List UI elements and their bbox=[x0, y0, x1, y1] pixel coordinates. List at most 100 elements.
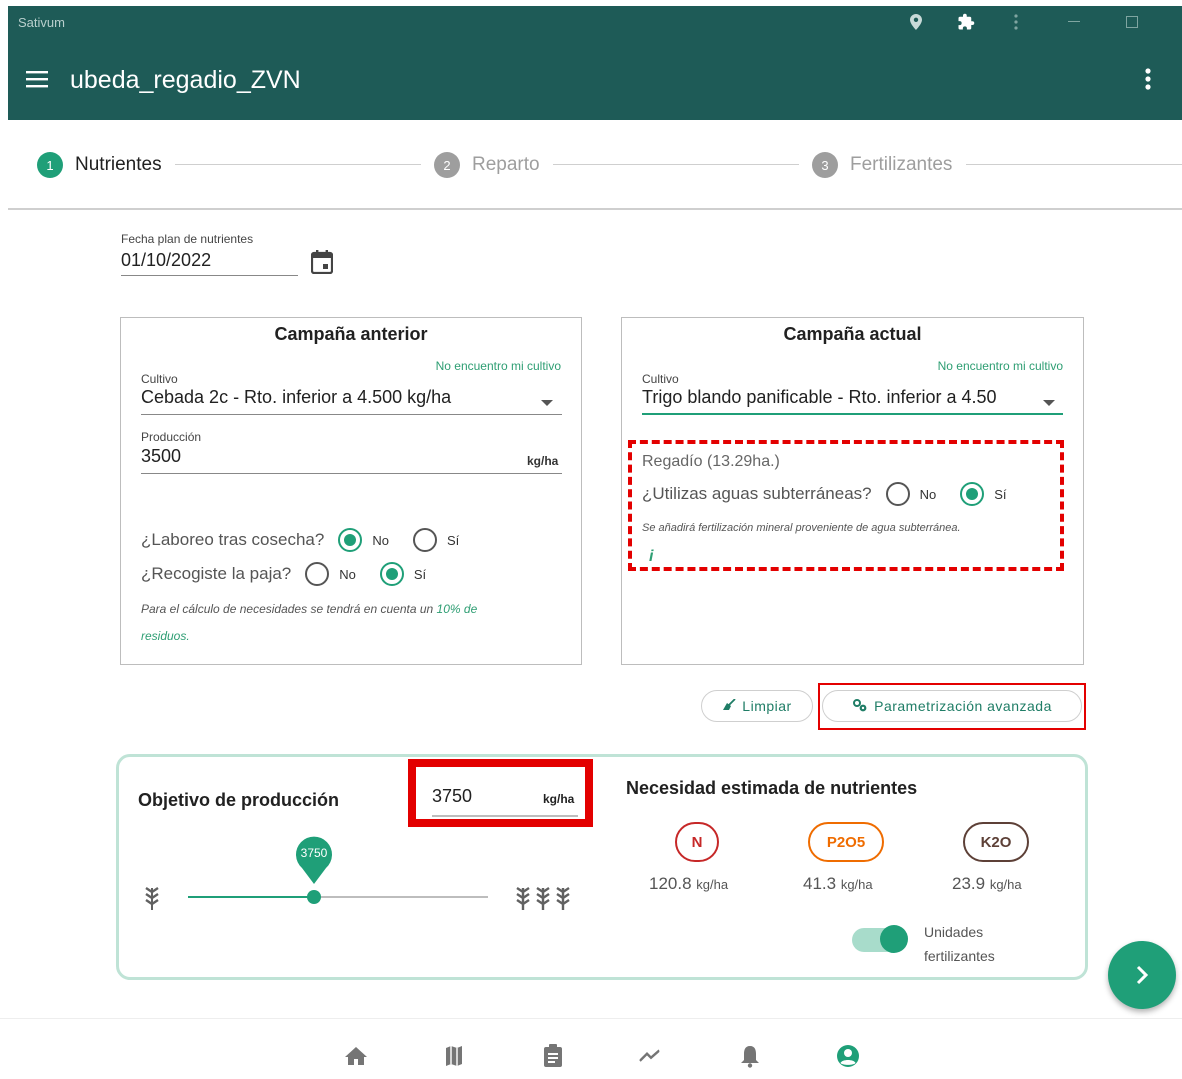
highlight-box bbox=[818, 683, 1086, 730]
tillage-no-radio[interactable] bbox=[338, 528, 363, 552]
calendar-icon[interactable] bbox=[310, 250, 337, 276]
crop-not-found-link[interactable]: No encuentro mi cultivo bbox=[938, 359, 1063, 373]
step-connector bbox=[966, 164, 1182, 165]
tillage-label: ¿Laboreo tras cosecha? bbox=[141, 530, 325, 549]
units-toggle-label: Unidades fertilizantes bbox=[924, 924, 995, 964]
crop-label: Cultivo bbox=[642, 372, 679, 386]
step-number: 1 bbox=[37, 152, 63, 178]
stepper: 1 Nutrientes 2 Reparto 3 Fertilizantes bbox=[8, 120, 1182, 210]
straw-si-radio[interactable] bbox=[379, 562, 404, 586]
note-percent: 10% de bbox=[436, 602, 478, 616]
nutrient-p2o5-value: 41.3 kg/ha bbox=[803, 874, 873, 894]
needs-title: Necesidad estimada de nutrientes bbox=[626, 778, 918, 798]
clipboard-icon[interactable] bbox=[540, 1043, 566, 1069]
window-app-name: Sativum bbox=[18, 15, 65, 30]
minimize-icon[interactable] bbox=[1062, 10, 1086, 34]
home-icon[interactable] bbox=[343, 1043, 369, 1069]
objective-unit: kg/ha bbox=[543, 792, 575, 806]
chevron-right-icon bbox=[1136, 965, 1149, 985]
step-number: 2 bbox=[434, 152, 460, 178]
straw-label: ¿Recogiste la paja? bbox=[141, 564, 292, 583]
date-label: Fecha plan de nutrientes bbox=[121, 232, 254, 246]
production-label: Producción bbox=[141, 430, 202, 444]
value-unit: kg/ha bbox=[989, 877, 1022, 892]
crop-value: Cebada 2c - Rto. inferior a 4.500 kg/ha bbox=[141, 387, 452, 407]
production-unit: kg/ha bbox=[527, 454, 559, 468]
page-title: ubeda_regadio_ZVN bbox=[70, 66, 301, 94]
crop-select[interactable]: Cebada 2c - Rto. inferior a 4.500 kg/ha bbox=[141, 387, 562, 415]
production-value: 3500 bbox=[141, 446, 182, 466]
radio-label: No bbox=[339, 566, 356, 582]
value-number: 41.3 bbox=[803, 874, 837, 893]
maximize-icon[interactable] bbox=[1120, 10, 1144, 34]
crop-label: Cultivo bbox=[141, 372, 178, 386]
production-slider[interactable]: 3750 bbox=[188, 836, 488, 910]
objective-input[interactable]: 3750 bbox=[432, 786, 472, 807]
value-unit: kg/ha bbox=[696, 877, 729, 892]
tillage-question: ¿Laboreo tras cosecha? No Sí bbox=[141, 528, 459, 552]
nutrient-p2o5-badge: P2O5 bbox=[808, 822, 884, 862]
radio-label: No bbox=[372, 532, 389, 548]
step-connector bbox=[175, 164, 421, 165]
slider-fill bbox=[188, 896, 314, 898]
location-pin-icon[interactable] bbox=[904, 10, 928, 34]
chevron-down-icon bbox=[541, 400, 553, 406]
slider-value: 3750 bbox=[300, 846, 328, 860]
toggle-knob[interactable] bbox=[880, 925, 908, 953]
kebab-menu-icon[interactable] bbox=[1004, 10, 1028, 34]
step-label: Fertilizantes bbox=[850, 154, 953, 175]
crop-select[interactable]: Trigo blando panificable - Rto. inferior… bbox=[642, 387, 1063, 415]
crop-value: Trigo blando panificable - Rto. inferior… bbox=[642, 387, 997, 407]
note-text: Para el cálculo de necesidades se tendrá… bbox=[141, 602, 437, 616]
date-input[interactable]: 01/10/2022 bbox=[121, 248, 298, 276]
objective-input-underline bbox=[432, 815, 578, 817]
step-number: 3 bbox=[812, 152, 838, 178]
value-number: 23.9 bbox=[952, 874, 986, 893]
wheat-small-icon bbox=[143, 884, 161, 917]
residue-note: Para el cálculo de necesidades se tendrá… bbox=[141, 596, 561, 650]
window-titlebar: Sativum bbox=[8, 6, 1182, 38]
slider-thumb[interactable] bbox=[307, 890, 321, 904]
tillage-si-radio[interactable] bbox=[412, 528, 437, 552]
nutrient-n-badge: N bbox=[675, 822, 719, 862]
crop-not-found-link[interactable]: No encuentro mi cultivo bbox=[436, 359, 561, 373]
previous-campaign-card: Campaña anterior No encuentro mi cultivo… bbox=[120, 317, 582, 665]
straw-question: ¿Recogiste la paja? No Sí bbox=[141, 562, 426, 586]
puzzle-extension-icon[interactable] bbox=[954, 10, 978, 34]
step-reparto[interactable]: 2 Reparto bbox=[434, 152, 540, 178]
step-connector bbox=[553, 164, 799, 165]
map-icon[interactable] bbox=[441, 1043, 467, 1069]
more-options-icon[interactable] bbox=[1136, 66, 1160, 94]
bell-icon[interactable] bbox=[737, 1043, 763, 1069]
account-icon[interactable] bbox=[835, 1043, 861, 1069]
production-input[interactable]: 3500 bbox=[141, 446, 562, 474]
nutrient-k2o-badge: K2O bbox=[963, 822, 1029, 862]
straw-no-radio[interactable] bbox=[305, 562, 330, 586]
value-number: 120.8 bbox=[649, 874, 692, 893]
step-label: Nutrientes bbox=[75, 154, 162, 175]
highlight-dashed-box bbox=[628, 440, 1064, 571]
step-nutrientes[interactable]: 1 Nutrientes bbox=[37, 152, 162, 178]
app-bar: ubeda_regadio_ZVN bbox=[8, 38, 1182, 120]
nutrient-k2o-value: 23.9 kg/ha bbox=[952, 874, 1022, 894]
clear-label: Limpiar bbox=[742, 698, 792, 714]
trending-icon[interactable] bbox=[637, 1043, 663, 1069]
nutrient-n-value: 120.8 kg/ha bbox=[649, 874, 728, 894]
slider-value-label: 3750 bbox=[294, 834, 334, 886]
date-field: Fecha plan de nutrientes 01/10/2022 bbox=[121, 230, 334, 276]
objective-title: Objetivo de producción bbox=[138, 790, 340, 810]
step-label: Reparto bbox=[472, 154, 540, 175]
broom-icon bbox=[722, 698, 736, 714]
next-step-button[interactable] bbox=[1108, 941, 1176, 1009]
wheat-large-icon bbox=[514, 884, 574, 917]
clear-button[interactable]: Limpiar bbox=[701, 690, 813, 722]
card-title: Campaña anterior bbox=[274, 324, 428, 344]
step-fertilizantes[interactable]: 3 Fertilizantes bbox=[812, 152, 952, 178]
radio-label: Sí bbox=[446, 532, 460, 548]
hamburger-menu-icon[interactable] bbox=[26, 66, 56, 92]
card-title: Campaña actual bbox=[783, 324, 922, 344]
note-residues: residuos. bbox=[141, 629, 190, 643]
bottom-navigation bbox=[0, 1018, 1182, 1079]
radio-label: Sí bbox=[413, 566, 427, 582]
chevron-down-icon bbox=[1043, 400, 1055, 406]
